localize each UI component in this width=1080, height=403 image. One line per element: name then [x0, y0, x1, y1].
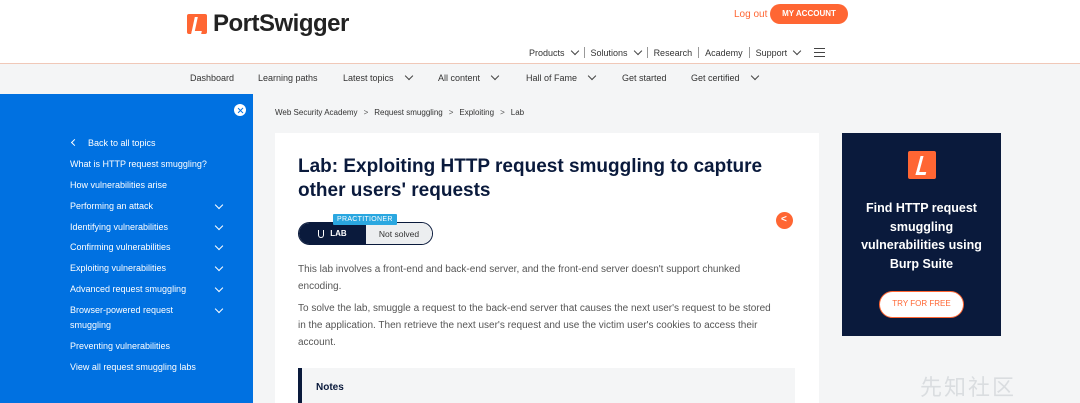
subnav-hall-of-fame-label: Hall of Fame: [526, 73, 578, 83]
nav-academy[interactable]: Academy: [699, 47, 750, 58]
nav-research-label: Research: [653, 47, 693, 58]
practitioner-level-badge: PRACTITIONER: [333, 214, 397, 225]
notes-heading: Notes: [316, 382, 344, 393]
menu-icon[interactable]: [814, 48, 826, 57]
burp-suite-icon: [908, 151, 936, 179]
close-icon[interactable]: [234, 104, 246, 116]
academy-subnav: Dashboard Learning paths Latest topics A…: [0, 64, 1080, 94]
chevron-down-icon: [633, 46, 642, 55]
promo-line4: Burp Suite: [889, 256, 954, 271]
subnav-learning-paths[interactable]: Learning paths: [258, 73, 318, 83]
sidebar-item-browser-powered-cont[interactable]: smuggling: [70, 318, 111, 333]
main-nav: Products Solutions Research Academy Supp…: [529, 46, 826, 58]
portswigger-logo-icon: [187, 14, 207, 34]
promo-text: Find HTTP request smuggling vulnerabilit…: [850, 199, 993, 273]
subnav-dashboard-label: Dashboard: [190, 73, 235, 83]
subnav-learning-paths-label: Learning paths: [258, 73, 318, 83]
nav-support[interactable]: Support: [750, 46, 807, 58]
nav-solutions[interactable]: Solutions: [585, 46, 648, 58]
lab-status: Not solved: [366, 223, 432, 244]
nav-academy-label: Academy: [705, 47, 743, 58]
chevron-down-icon: [490, 71, 500, 81]
breadcrumb-request-smuggling[interactable]: Request smuggling: [374, 108, 442, 117]
try-for-free-button[interactable]: TRY FOR FREE: [879, 291, 964, 318]
back-to-topics-link[interactable]: Back to all topics: [88, 136, 156, 151]
chevron-down-icon: [587, 71, 597, 81]
subnav-get-certified-label: Get certified: [691, 73, 740, 83]
nav-products-label: Products: [529, 47, 565, 58]
portswigger-logo[interactable]: PortSwigger: [187, 10, 349, 38]
nav-products[interactable]: Products: [529, 46, 585, 58]
sidebar-item-confirming[interactable]: Confirming vulnerabilities: [70, 240, 171, 255]
lab-label: LAB: [299, 223, 366, 244]
promo-line1: Find HTTP request: [866, 201, 977, 215]
chevron-down-icon: [404, 71, 413, 81]
subnav-all-content-label: All content: [438, 73, 481, 83]
lab-instructions-line2: in the application. Then retrieve the ne…: [298, 320, 758, 331]
lab-instructions-line1: To solve the lab, smuggle a request to t…: [298, 303, 771, 314]
lab-description-line2: encoding.: [298, 281, 342, 292]
page-title: Lab: Exploiting HTTP request smuggling t…: [298, 155, 778, 203]
breadcrumb-academy[interactable]: Web Security Academy: [275, 108, 358, 117]
chevron-down-icon: [570, 46, 579, 55]
subnav-get-certified[interactable]: Get certified: [691, 71, 759, 83]
chevron-down-icon: [792, 46, 802, 55]
sidebar-item-view-all-labs[interactable]: View all request smuggling labs: [70, 360, 196, 375]
sidebar-item-advanced[interactable]: Advanced request smuggling: [70, 282, 186, 297]
sidebar-item-preventing[interactable]: Preventing vulnerabilities: [70, 339, 170, 354]
breadcrumb-exploiting[interactable]: Exploiting: [459, 108, 494, 117]
my-account-button[interactable]: MY ACCOUNT: [770, 4, 848, 24]
sidebar-item-browser-powered[interactable]: Browser-powered request: [70, 303, 173, 318]
subnav-latest-topics-label: Latest topics: [343, 73, 394, 83]
page-title-line2: other users' requests: [298, 180, 491, 201]
nav-support-label: Support: [755, 47, 788, 58]
sidebar-item-identifying[interactable]: Identifying vulnerabilities: [70, 220, 168, 235]
top-header: PortSwigger Log out MY ACCOUNT Products …: [0, 0, 1080, 64]
subnav-get-started[interactable]: Get started: [622, 73, 667, 83]
subnav-all-content[interactable]: All content: [438, 71, 500, 83]
lab-description: This lab involves a front-end and back-e…: [298, 261, 780, 295]
logo-text: PortSwigger: [213, 10, 349, 37]
breadcrumb-separator: >: [448, 108, 454, 117]
lab-label-text: LAB: [330, 229, 347, 238]
flask-icon: [318, 229, 325, 238]
logout-link[interactable]: Log out: [734, 9, 767, 20]
watermark: 先知社区: [920, 375, 1017, 400]
chevron-down-icon: [750, 71, 759, 81]
breadcrumb: Web Security Academy > Request smuggling >…: [275, 108, 524, 117]
breadcrumb-lab: Lab: [510, 108, 525, 117]
breadcrumb-separator: >: [500, 108, 505, 117]
subnav-latest-topics[interactable]: Latest topics: [343, 71, 413, 83]
sidebar-item-how-arise[interactable]: How vulnerabilities arise: [70, 178, 167, 193]
lab-instructions: To solve the lab, smuggle a request to t…: [298, 300, 780, 351]
subnav-hall-of-fame[interactable]: Hall of Fame: [526, 71, 597, 83]
lab-status-badge: LAB Not solved: [298, 222, 433, 245]
lab-description-line1: This lab involves a front-end and back-e…: [298, 264, 741, 275]
nav-solutions-label: Solutions: [590, 47, 628, 58]
sidebar-item-what-is[interactable]: What is HTTP request smuggling?: [70, 157, 207, 172]
sidebar-item-performing[interactable]: Performing an attack: [70, 199, 153, 214]
breadcrumb-separator: >: [363, 108, 369, 117]
nav-research[interactable]: Research: [648, 47, 700, 58]
promo-line2: smuggling: [889, 219, 954, 234]
subnav-dashboard[interactable]: Dashboard: [190, 73, 234, 83]
sidebar-item-exploiting[interactable]: Exploiting vulnerabilities: [70, 261, 166, 276]
promo-line3: vulnerabilities using: [861, 238, 982, 252]
lab-instructions-line3: account.: [298, 337, 336, 348]
subnav-get-started-label: Get started: [622, 73, 667, 83]
page-title-line1: Lab: Exploiting HTTP request smuggling t…: [298, 156, 763, 177]
notes-box: [298, 368, 795, 403]
share-icon[interactable]: [776, 212, 793, 229]
